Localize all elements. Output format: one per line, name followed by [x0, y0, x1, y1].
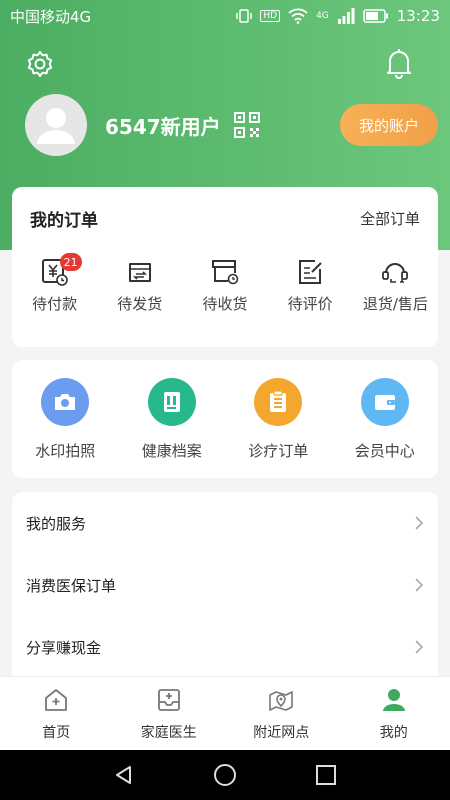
orders-card: 我的订单 全部订单 21 待付款 待发货 待收货 待评价 退货/售后	[12, 187, 438, 347]
quick-label: 诊疗订单	[248, 441, 309, 460]
order-label: 待收货	[202, 295, 248, 313]
system-nav-bar	[0, 750, 450, 800]
quick-medical-orders[interactable]: 诊疗订单	[228, 377, 328, 461]
order-pending-receipt[interactable]: 待收货	[185, 257, 265, 314]
clipboard-icon	[270, 389, 287, 412]
all-orders-link[interactable]: 全部订单	[360, 208, 420, 229]
order-label: 待评价	[287, 295, 333, 313]
service-row-share-earn[interactable]: 分享赚现金	[12, 616, 438, 678]
profile[interactable]: 6547新用户	[25, 94, 221, 156]
user-icon	[382, 688, 405, 711]
status-bar: 中国移动4G HD 4G 13:23	[0, 0, 450, 32]
order-after-sale[interactable]: 退货/售后	[355, 257, 435, 314]
orders-header: 我的订单 全部订单	[12, 187, 438, 249]
review-icon	[299, 260, 322, 284]
order-label: 待付款	[32, 295, 78, 313]
network-label: 4G	[316, 11, 329, 21]
order-status-row: 21 待付款 待发货 待收货 待评价 退货/售后	[12, 249, 438, 314]
status-icons: HD 4G 13:23	[236, 7, 440, 25]
quick-health-records[interactable]: 健康档案	[122, 377, 222, 461]
tab-label: 我的	[379, 724, 408, 741]
order-pending-payment[interactable]: 21 待付款	[15, 253, 95, 314]
tab-nearby[interactable]: 附近网点	[231, 686, 331, 742]
service-label: 我的服务	[26, 514, 87, 533]
service-label: 消费医保订单	[26, 576, 117, 595]
recents-icon[interactable]	[315, 764, 337, 786]
file-icon	[163, 391, 180, 412]
file-circle	[147, 377, 196, 426]
avatar[interactable]	[25, 94, 87, 156]
my-account-button[interactable]: 我的账户	[340, 104, 438, 146]
clipboard-circle	[254, 377, 303, 426]
bell-icon[interactable]	[384, 47, 414, 79]
bottom-tab-bar: 首页 家庭医生 附近网点 我的	[0, 676, 450, 750]
order-pending-shipment[interactable]: 待发货	[100, 257, 180, 314]
battery-icon	[363, 9, 388, 23]
service-row-my-services[interactable]: 我的服务	[12, 492, 438, 554]
back-icon[interactable]	[113, 764, 135, 786]
username: 6547新用户	[105, 114, 221, 139]
carrier-label: 中国移动4G	[10, 7, 92, 26]
chevron-right-icon	[415, 640, 424, 654]
tab-family-doctor[interactable]: 家庭医生	[119, 686, 219, 742]
wallet-circle	[360, 377, 409, 426]
hd-badge: HD	[260, 10, 281, 22]
camera-icon	[55, 393, 76, 410]
order-label: 待发货	[117, 295, 163, 313]
tab-label: 首页	[42, 724, 71, 741]
vibrate-icon	[236, 9, 253, 23]
home-icon	[45, 688, 68, 711]
home-button-icon[interactable]	[213, 763, 237, 787]
order-label: 退货/售后	[362, 295, 428, 313]
time-label: 13:23	[396, 7, 440, 25]
camera-circle	[41, 377, 90, 426]
signal-icon	[337, 8, 355, 24]
tab-label: 附近网点	[253, 724, 310, 741]
shipping-icon	[128, 263, 151, 282]
quick-actions-card: 水印拍照 健康档案 诊疗订单 会员中心	[12, 360, 438, 478]
orders-title: 我的订单	[30, 210, 98, 231]
service-label: 分享赚现金	[26, 638, 102, 657]
receive-icon	[211, 260, 239, 285]
aftersale-icon	[382, 263, 409, 283]
quick-label: 会员中心	[354, 441, 415, 460]
services-card: 我的服务 消费医保订单 分享赚现金	[12, 492, 438, 692]
chevron-right-icon	[415, 516, 424, 530]
doctor-icon	[157, 688, 180, 711]
quick-member-center[interactable]: 会员中心	[335, 377, 435, 461]
settings-icon[interactable]	[26, 50, 54, 78]
service-row-insurance-orders[interactable]: 消费医保订单	[12, 554, 438, 616]
wifi-icon	[288, 8, 308, 24]
tab-label: 家庭医生	[140, 724, 197, 741]
tab-home[interactable]: 首页	[6, 686, 106, 742]
user-avatar-icon	[37, 108, 75, 144]
quick-label: 健康档案	[141, 441, 202, 460]
quick-label: 水印拍照	[35, 441, 96, 460]
chevron-right-icon	[415, 578, 424, 592]
wallet-icon	[374, 394, 395, 410]
location-icon	[269, 690, 294, 711]
order-pending-review[interactable]: 待评价	[270, 257, 350, 314]
tab-mine[interactable]: 我的	[344, 686, 444, 742]
quick-watermark-photo[interactable]: 水印拍照	[15, 377, 115, 461]
unpaid-count-badge: 21	[59, 253, 82, 271]
qr-code-icon[interactable]	[234, 112, 260, 138]
